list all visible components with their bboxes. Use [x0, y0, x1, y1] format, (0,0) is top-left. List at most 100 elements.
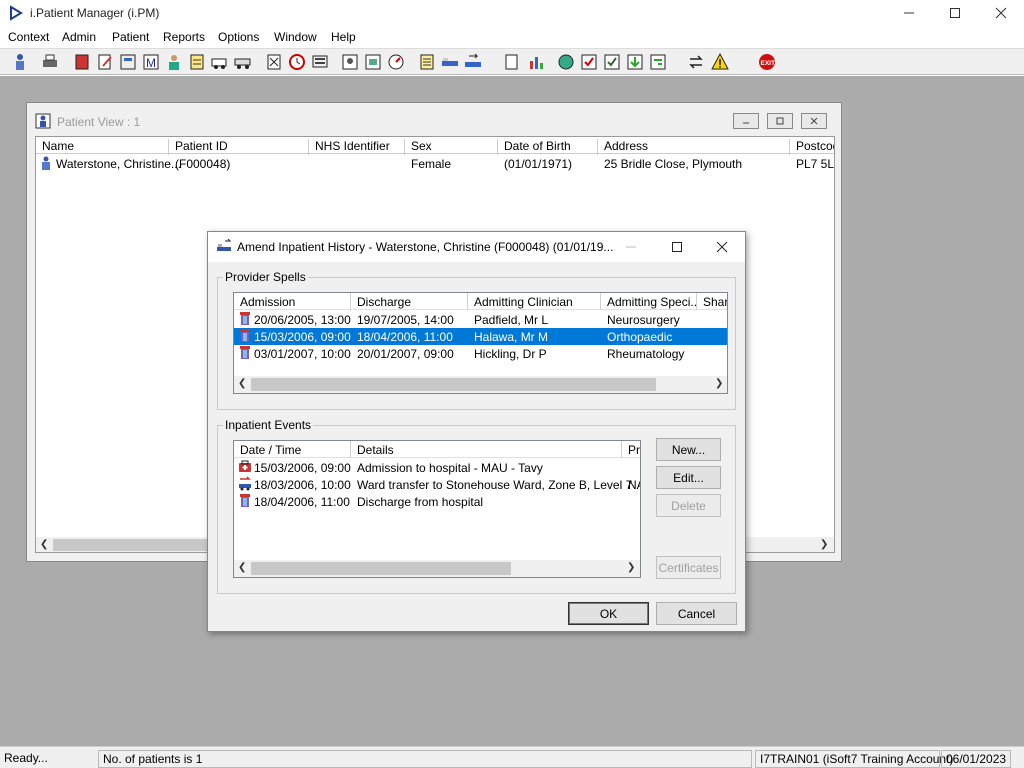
column-pr[interactable]: Pr: [622, 441, 640, 458]
bed-transfer-icon[interactable]: [463, 52, 483, 72]
sync-icon[interactable]: [648, 52, 668, 72]
event-details: Admission to hospital - MAU - Tavy: [357, 461, 543, 475]
ok-button[interactable]: OK: [568, 602, 649, 625]
event-row[interactable]: 18/03/2006, 10:00 Ward transfer to Stone…: [234, 476, 640, 493]
toolbar: M EXIT: [0, 48, 1024, 75]
column-admission[interactable]: Admission: [234, 293, 351, 310]
menu-context[interactable]: Context: [8, 30, 49, 44]
scroll-right-icon[interactable]: ❯: [820, 539, 828, 550]
patient-icon[interactable]: [10, 52, 30, 72]
menu-options[interactable]: Options: [218, 30, 259, 44]
spell-clinician: Padfield, Mr L: [474, 313, 549, 327]
column-address[interactable]: Address: [598, 139, 790, 155]
event-datetime: 15/03/2006, 09:00: [254, 461, 351, 475]
spell-specialty: Orthopaedic: [607, 330, 673, 344]
edit-event-button[interactable]: Edit...: [656, 466, 721, 489]
monitor-icon[interactable]: [310, 52, 330, 72]
column-postcode[interactable]: Postcode: [790, 139, 834, 155]
spell-discharge: 20/01/2007, 09:00: [357, 347, 454, 361]
column-share[interactable]: Share: [697, 293, 727, 310]
cancel-document-icon[interactable]: [264, 52, 284, 72]
maximize-button[interactable]: [932, 0, 978, 26]
patient-view-minimize-button[interactable]: [733, 113, 759, 129]
patient-icon: [38, 155, 54, 174]
letter-m-icon[interactable]: M: [141, 52, 161, 72]
event-row[interactable]: 18/04/2006, 11:00 Discharge from hospita…: [234, 493, 640, 510]
menu-reports[interactable]: Reports: [163, 30, 205, 44]
gauge-icon[interactable]: [386, 52, 406, 72]
download-icon[interactable]: [625, 52, 645, 72]
column-details[interactable]: Details: [351, 441, 622, 458]
doctor-icon[interactable]: [164, 52, 184, 72]
patient-view-restore-button[interactable]: [767, 113, 793, 129]
spell-row[interactable]: 20/06/2005, 13:00 19/07/2005, 14:00 Padf…: [234, 311, 727, 328]
app-title: i.Patient Manager (i.PM): [30, 6, 160, 20]
bed-icon[interactable]: [440, 52, 460, 72]
column-nhs-identifier[interactable]: NHS Identifier: [309, 139, 405, 155]
checklist-icon[interactable]: [579, 52, 599, 72]
notepad-icon[interactable]: [417, 52, 437, 72]
swap-icon[interactable]: [686, 52, 706, 72]
clock-icon[interactable]: [287, 52, 307, 72]
vehicle-icon[interactable]: [233, 52, 253, 72]
warning-icon[interactable]: [710, 52, 730, 72]
spell-clinician: Hickling, Dr P: [474, 347, 547, 361]
blank-document-icon[interactable]: [501, 52, 521, 72]
column-discharge[interactable]: Discharge: [351, 293, 468, 310]
column-admitting-clinician[interactable]: Admitting Clinician: [468, 293, 601, 310]
event-row[interactable]: 15/03/2006, 09:00 Admission to hospital …: [234, 459, 640, 476]
event-details: Ward transfer to Stonehouse Ward, Zone B…: [357, 478, 633, 492]
printer-icon[interactable]: [40, 52, 60, 72]
column-date-time[interactable]: Date / Time: [234, 441, 351, 458]
patient-view-close-button[interactable]: [801, 113, 827, 129]
scroll-right-icon[interactable]: ❯: [715, 378, 723, 389]
menu-window[interactable]: Window: [274, 30, 317, 44]
menu-help[interactable]: Help: [331, 30, 356, 44]
inpatient-events-scrollbar[interactable]: ❮ ❯: [234, 560, 640, 577]
scroll-thumb[interactable]: [53, 539, 213, 551]
scroll-thumb[interactable]: [251, 562, 511, 575]
patient-view-title: Patient View : 1: [57, 115, 141, 129]
approve-icon[interactable]: [602, 52, 622, 72]
cancel-button[interactable]: Cancel: [656, 602, 737, 625]
minimize-button[interactable]: [886, 0, 932, 26]
event-pr: NA: [628, 478, 640, 492]
column-sex[interactable]: Sex: [405, 139, 498, 155]
bar-chart-icon[interactable]: [526, 52, 546, 72]
status-account: I7TRAIN01 (iSoft7 Training Account): [755, 750, 953, 768]
column-name[interactable]: Name: [36, 139, 169, 155]
ambulance-icon[interactable]: [210, 52, 230, 72]
provider-spells-scrollbar[interactable]: ❮ ❯: [234, 376, 727, 393]
exit-icon[interactable]: EXIT: [757, 52, 777, 72]
globe-icon[interactable]: [556, 52, 576, 72]
scroll-left-icon[interactable]: ❮: [238, 378, 246, 389]
certificates-button[interactable]: Certificates: [656, 556, 721, 579]
close-button[interactable]: [978, 0, 1024, 26]
column-admitting-specialty[interactable]: Admitting Speci...: [601, 293, 697, 310]
book-icon[interactable]: [72, 52, 92, 72]
scroll-left-icon[interactable]: ❮: [40, 539, 48, 550]
new-event-button[interactable]: New...: [656, 438, 721, 461]
column-dob[interactable]: Date of Birth: [498, 139, 598, 155]
menu-patient[interactable]: Patient: [112, 30, 149, 44]
spell-admission: 03/01/2007, 10:00: [254, 347, 351, 361]
form-icon[interactable]: [118, 52, 138, 72]
column-patient-id[interactable]: Patient ID: [169, 139, 309, 155]
patient-row[interactable]: Waterstone, Christine... (F000048) Femal…: [36, 155, 834, 174]
dialog-minimize-button[interactable]: [608, 232, 654, 262]
list-view-icon[interactable]: [363, 52, 383, 72]
scroll-right-icon[interactable]: ❯: [627, 562, 635, 573]
dialog-title: Amend Inpatient History - Waterstone, Ch…: [237, 240, 614, 254]
scroll-thumb[interactable]: [251, 378, 656, 391]
notes-icon[interactable]: [187, 52, 207, 72]
menu-admin[interactable]: Admin: [62, 30, 96, 44]
dialog-maximize-button[interactable]: [654, 232, 700, 262]
dialog-close-button[interactable]: [699, 232, 745, 262]
edit-document-icon[interactable]: [95, 52, 115, 72]
photo-icon[interactable]: [340, 52, 360, 72]
inpatient-events-header: Date / Time Details Pr: [234, 441, 640, 458]
spell-row-selected[interactable]: 15/03/2006, 09:00 18/04/2006, 11:00 Hala…: [234, 328, 727, 345]
delete-event-button[interactable]: Delete: [656, 494, 721, 517]
spell-row[interactable]: 03/01/2007, 10:00 20/01/2007, 09:00 Hick…: [234, 345, 727, 362]
scroll-left-icon[interactable]: ❮: [238, 562, 246, 573]
